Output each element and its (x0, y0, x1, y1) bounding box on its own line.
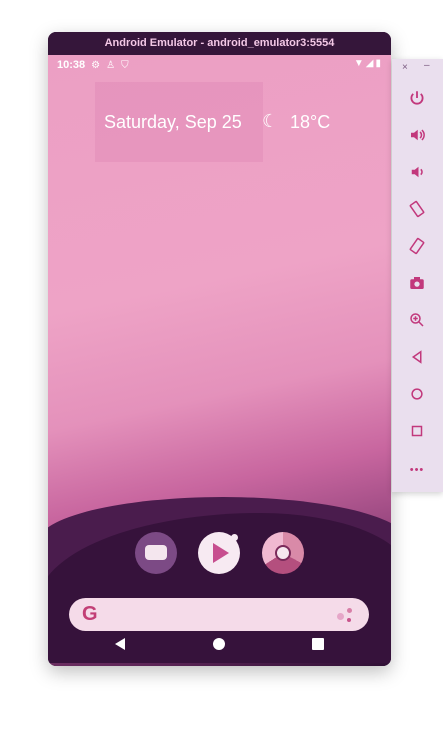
play-store-icon[interactable] (198, 532, 240, 574)
google-search-bar[interactable]: G (69, 598, 369, 631)
more-button[interactable]: ••• (404, 457, 430, 483)
back-triangle-icon (411, 350, 422, 364)
volume-down-button[interactable] (404, 159, 430, 185)
gear-icon: ⚙ (91, 59, 101, 71)
home-button[interactable] (213, 638, 225, 650)
zoom-icon (410, 313, 424, 327)
power-icon (410, 91, 424, 105)
bug-icon: ♙ (106, 59, 116, 71)
google-logo: G (82, 603, 98, 625)
chrome-icon[interactable] (262, 532, 304, 574)
device-screen[interactable]: 10:38 ⚙ ♙ ⛉ ▼◢▮ Saturday, Sep 25 ☾ 18°C … (48, 55, 391, 666)
overview-button[interactable] (404, 418, 430, 444)
rotate-left-button[interactable] (404, 196, 430, 222)
volume-up-button[interactable] (404, 122, 430, 148)
back-nav-button[interactable] (404, 344, 430, 370)
status-time: 10:38 (57, 59, 86, 71)
minimize-icon[interactable]: – (424, 60, 430, 71)
play-badge-icon (231, 534, 238, 541)
moon-icon: ☾ (262, 111, 279, 131)
play-triangle-icon (213, 543, 229, 563)
shield-icon: ⛉ (121, 59, 129, 71)
assistant-icon[interactable] (337, 613, 344, 620)
rotate-right-icon (409, 237, 425, 255)
widget-date[interactable]: Saturday, Sep 25 (104, 112, 242, 133)
assistant-dot-icon (347, 618, 351, 622)
wifi-icon: ▼ (353, 58, 366, 69)
screenshot-button[interactable] (404, 270, 430, 296)
camera-icon (410, 277, 424, 289)
home-nav-button[interactable] (404, 381, 430, 407)
window-title: Android Emulator - android_emulator3:555… (104, 37, 335, 49)
volume-up-icon (411, 129, 425, 141)
chrome-center-icon (275, 545, 291, 561)
volume-down-icon (411, 166, 423, 178)
rotate-right-button[interactable] (404, 233, 430, 259)
assistant-dot-icon (347, 608, 352, 613)
close-icon[interactable]: × (402, 62, 408, 73)
home-circle-icon (411, 388, 423, 400)
overview-square-icon (411, 425, 423, 437)
status-bar: 10:38 ⚙ ♙ ⛉ ▼◢▮ (48, 55, 391, 75)
emulator-window: Android Emulator - android_emulator3:555… (48, 32, 391, 666)
zoom-button[interactable] (404, 307, 430, 333)
status-right-icons: ▼◢▮ (354, 58, 383, 69)
widget-temperature[interactable]: 18°C (290, 112, 330, 133)
message-bubble-icon (145, 545, 167, 560)
recents-button[interactable] (312, 638, 324, 650)
messages-icon[interactable] (135, 532, 177, 574)
emulator-side-panel: × – ••• (392, 59, 443, 492)
side-panel-controls: × – (392, 59, 443, 77)
rotate-left-icon (409, 200, 425, 218)
power-button[interactable] (404, 85, 430, 111)
battery-icon: ▮ (375, 58, 383, 69)
window-title-bar[interactable]: Android Emulator - android_emulator3:555… (48, 32, 391, 54)
back-button[interactable] (115, 638, 125, 650)
